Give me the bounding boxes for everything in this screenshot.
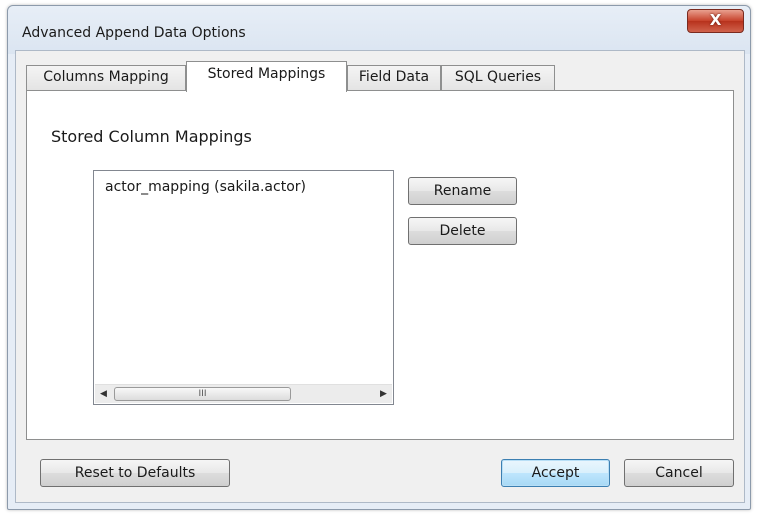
- cancel-button[interactable]: Cancel: [624, 459, 734, 487]
- section-label: Stored Column Mappings: [51, 127, 252, 146]
- tab-label: Field Data: [358, 69, 430, 85]
- dialog-window: Advanced Append Data Options X Columns M…: [7, 5, 751, 510]
- tab-label: Stored Mappings: [207, 66, 326, 82]
- tab-label: SQL Queries: [454, 69, 542, 85]
- tab-field-data[interactable]: Field Data: [347, 65, 441, 90]
- reset-to-defaults-button[interactable]: Reset to Defaults: [40, 459, 230, 487]
- stored-mappings-panel: Stored Column Mappings actor_mapping (sa…: [26, 90, 734, 440]
- tab-columns-mapping[interactable]: Columns Mapping: [26, 65, 186, 90]
- scroll-right-icon[interactable]: ▶: [375, 385, 392, 403]
- tab-stored-mappings[interactable]: Stored Mappings: [186, 61, 347, 92]
- tab-sql-queries[interactable]: SQL Queries: [441, 65, 555, 90]
- scroll-left-icon[interactable]: ◀: [95, 385, 112, 403]
- dialog-client-area: Columns Mapping Stored Mappings Field Da…: [15, 50, 745, 503]
- close-button[interactable]: X: [687, 9, 744, 33]
- stored-mappings-listbox[interactable]: actor_mapping (sakila.actor) ◀ III ▶: [93, 170, 394, 405]
- accept-button[interactable]: Accept: [501, 459, 610, 487]
- tab-label: Columns Mapping: [43, 69, 169, 85]
- scroll-thumb[interactable]: III: [114, 387, 291, 401]
- window-title: Advanced Append Data Options: [22, 25, 246, 41]
- horizontal-scrollbar[interactable]: ◀ III ▶: [95, 384, 392, 403]
- list-item[interactable]: actor_mapping (sakila.actor): [105, 179, 306, 195]
- delete-button[interactable]: Delete: [408, 217, 517, 245]
- rename-button[interactable]: Rename: [408, 177, 517, 205]
- title-bar[interactable]: Advanced Append Data Options X: [8, 6, 750, 54]
- close-icon: X: [709, 11, 722, 29]
